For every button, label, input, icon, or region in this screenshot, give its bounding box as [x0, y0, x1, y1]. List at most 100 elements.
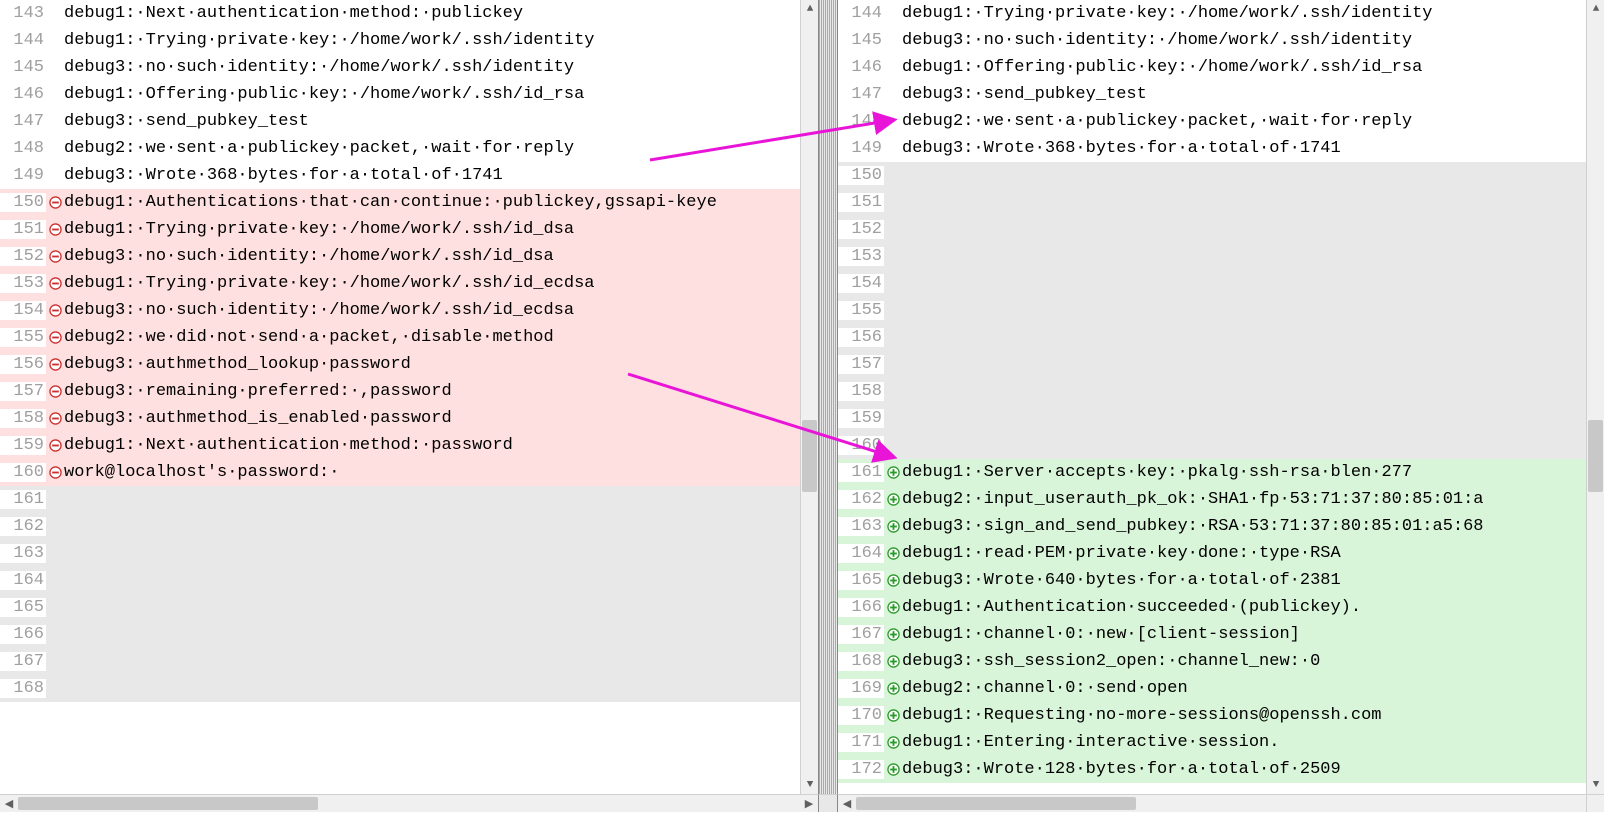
code-line[interactable]: 145debug3:·no·such·identity:·/home/work/… — [838, 27, 1586, 54]
diff-added-icon — [884, 466, 902, 479]
line-text: debug3:·Wrote·368·bytes·for·a·total·of·1… — [902, 139, 1586, 158]
code-line[interactable]: 157debug3:·remaining·preferred:·,passwor… — [0, 378, 800, 405]
scroll-thumb[interactable] — [856, 797, 1136, 810]
code-line[interactable]: 147debug3:·send_pubkey_test — [838, 81, 1586, 108]
line-text: debug3:·Wrote·128·bytes·for·a·total·of·2… — [902, 760, 1586, 779]
code-line[interactable]: 152debug3:·no·such·identity:·/home/work/… — [0, 243, 800, 270]
code-line[interactable]: 157 — [838, 351, 1586, 378]
code-line[interactable]: 156 — [838, 324, 1586, 351]
scroll-up-icon[interactable]: ▲ — [801, 0, 819, 18]
right-lines[interactable]: 144 debug1:·Trying·private·key:·/home/wor… — [838, 0, 1586, 794]
line-text: debug2:·we·sent·a·publickey·packet,·wait… — [902, 112, 1586, 131]
code-line[interactable]: 154 — [838, 270, 1586, 297]
line-text: debug3:·authmethod_is_enabled·password — [64, 409, 800, 428]
right-horizontal-scrollbar[interactable]: ◀ ▶ — [838, 794, 1604, 812]
code-line[interactable]: 165 — [0, 594, 800, 621]
code-line[interactable]: 162 — [0, 513, 800, 540]
code-line[interactable]: 146debug1:·Offering·public·key:·/home/wo… — [0, 81, 800, 108]
code-line[interactable]: 152 — [838, 216, 1586, 243]
code-line[interactable]: 146debug1:·Offering·public·key:·/home/wo… — [838, 54, 1586, 81]
code-line[interactable]: 172debug3:·Wrote·128·bytes·for·a·total·o… — [838, 756, 1586, 783]
scroll-down-icon[interactable]: ▼ — [801, 776, 819, 794]
code-line[interactable]: 149debug3:·Wrote·368·bytes·for·a·total·o… — [838, 135, 1586, 162]
code-line[interactable]: 149debug3:·Wrote·368·bytes·for·a·total·o… — [0, 162, 800, 189]
line-number: 167 — [0, 652, 46, 671]
code-line[interactable]: 144 debug1:·Trying·private·key:·/home/wor… — [838, 0, 1586, 27]
right-vertical-scrollbar[interactable]: ▲ ▼ — [1586, 0, 1604, 794]
code-line[interactable]: 166debug1:·Authentication·succeeded·(pub… — [838, 594, 1586, 621]
code-line[interactable]: 166 — [0, 621, 800, 648]
code-line[interactable]: 162debug2:·input_userauth_pk_ok:·SHA1·fp… — [838, 486, 1586, 513]
code-line[interactable]: 159 — [838, 405, 1586, 432]
code-line[interactable]: 144debug1:·Trying·private·key:·/home/wor… — [0, 27, 800, 54]
code-line[interactable]: 151debug1:·Trying·private·key:·/home/wor… — [0, 216, 800, 243]
scroll-left-icon[interactable]: ◀ — [0, 795, 18, 813]
code-line[interactable]: 170debug1:·Requesting·no-more-sessions@o… — [838, 702, 1586, 729]
scroll-right-icon[interactable]: ▶ — [800, 795, 818, 813]
code-line[interactable]: 150debug1:·Authentications·that·can·cont… — [0, 189, 800, 216]
code-line[interactable]: 158debug3:·authmethod_is_enabled·passwor… — [0, 405, 800, 432]
diff-added-icon — [884, 601, 902, 614]
code-line[interactable]: 161 — [0, 486, 800, 513]
code-line[interactable]: 163 — [0, 540, 800, 567]
code-line[interactable]: 158 — [838, 378, 1586, 405]
code-line[interactable]: 168 — [0, 675, 800, 702]
code-line[interactable]: 167debug1:·channel·0:·new·[client-sessio… — [838, 621, 1586, 648]
code-line[interactable]: 151 — [838, 189, 1586, 216]
scroll-track[interactable] — [18, 795, 800, 812]
diff-added-icon — [884, 547, 902, 560]
code-line[interactable]: 147debug3:·send_pubkey_test — [0, 108, 800, 135]
scroll-thumb[interactable] — [18, 797, 318, 810]
line-number: 144 — [838, 4, 884, 23]
code-line[interactable]: 156debug3:·authmethod_lookup·password — [0, 351, 800, 378]
line-number: 151 — [838, 193, 884, 212]
left-horizontal-scrollbar[interactable]: ◀ ▶ — [0, 794, 818, 812]
left-vertical-scrollbar[interactable]: ▲ ▼ — [800, 0, 818, 794]
line-number: 160 — [838, 436, 884, 455]
line-number: 168 — [838, 652, 884, 671]
code-line[interactable]: 150 — [838, 162, 1586, 189]
line-number: 148 — [838, 112, 884, 131]
line-text: debug1:·Offering·public·key:·/home/work/… — [64, 85, 800, 104]
code-line[interactable]: 148debug2:·we·sent·a·publickey·packet,·w… — [0, 135, 800, 162]
code-line[interactable]: 160work@localhost's·password:· — [0, 459, 800, 486]
code-line[interactable]: 153debug1:·Trying·private·key:·/home/wor… — [0, 270, 800, 297]
code-line[interactable]: 165debug3:·Wrote·640·bytes·for·a·total·o… — [838, 567, 1586, 594]
code-line[interactable]: 160 — [838, 432, 1586, 459]
code-line[interactable]: 159debug1:·Next·authentication·method:·p… — [0, 432, 800, 459]
code-line[interactable]: 164debug1:·read·PEM·private·key·done:·ty… — [838, 540, 1586, 567]
scroll-track[interactable] — [1587, 18, 1604, 776]
code-line[interactable]: 143debug1:·Next·authentication·method:·p… — [0, 0, 800, 27]
line-number: 159 — [838, 409, 884, 428]
code-line[interactable]: 161debug1:·Server·accepts·key:·pkalg·ssh… — [838, 459, 1586, 486]
line-number: 152 — [0, 247, 46, 266]
code-line[interactable]: 168debug3:·ssh_session2_open:·channel_ne… — [838, 648, 1586, 675]
diff-removed-icon — [46, 277, 64, 290]
line-text: debug1:·Trying·private·key:·/home/work/.… — [902, 4, 1586, 23]
left-lines[interactable]: 143debug1:·Next·authentication·method:·p… — [0, 0, 800, 794]
line-number: 146 — [838, 58, 884, 77]
pane-splitter[interactable] — [818, 0, 838, 794]
code-line[interactable]: 167 — [0, 648, 800, 675]
scroll-thumb[interactable] — [1588, 420, 1603, 492]
code-line[interactable]: 163debug3:·sign_and_send_pubkey:·RSA·53:… — [838, 513, 1586, 540]
line-text: debug1:·channel·0:·new·[client-session] — [902, 625, 1586, 644]
code-line[interactable]: 145debug3:·no·such·identity:·/home/work/… — [0, 54, 800, 81]
scroll-down-icon[interactable]: ▼ — [1587, 776, 1604, 794]
line-text: debug2:·we·did·not·send·a·packet,·disabl… — [64, 328, 800, 347]
scroll-left-icon[interactable]: ◀ — [838, 795, 856, 813]
scroll-track[interactable] — [856, 795, 1586, 812]
line-text: debug1:·Requesting·no-more-sessions@open… — [902, 706, 1586, 725]
code-line[interactable]: 164 — [0, 567, 800, 594]
code-line[interactable]: 148 debug2:·we·sent·a·publickey·packet,·w… — [838, 108, 1586, 135]
code-line[interactable]: 154debug3:·no·such·identity:·/home/work/… — [0, 297, 800, 324]
code-line[interactable]: 155debug2:·we·did·not·send·a·packet,·dis… — [0, 324, 800, 351]
code-line[interactable]: 171debug1:·Entering·interactive·session. — [838, 729, 1586, 756]
scroll-up-icon[interactable]: ▲ — [1587, 0, 1604, 18]
code-line[interactable]: 169debug2:·channel·0:·send·open — [838, 675, 1586, 702]
scroll-track[interactable] — [801, 18, 818, 776]
line-number: 149 — [0, 166, 46, 185]
scroll-thumb[interactable] — [802, 420, 817, 492]
code-line[interactable]: 153 — [838, 243, 1586, 270]
code-line[interactable]: 155 — [838, 297, 1586, 324]
